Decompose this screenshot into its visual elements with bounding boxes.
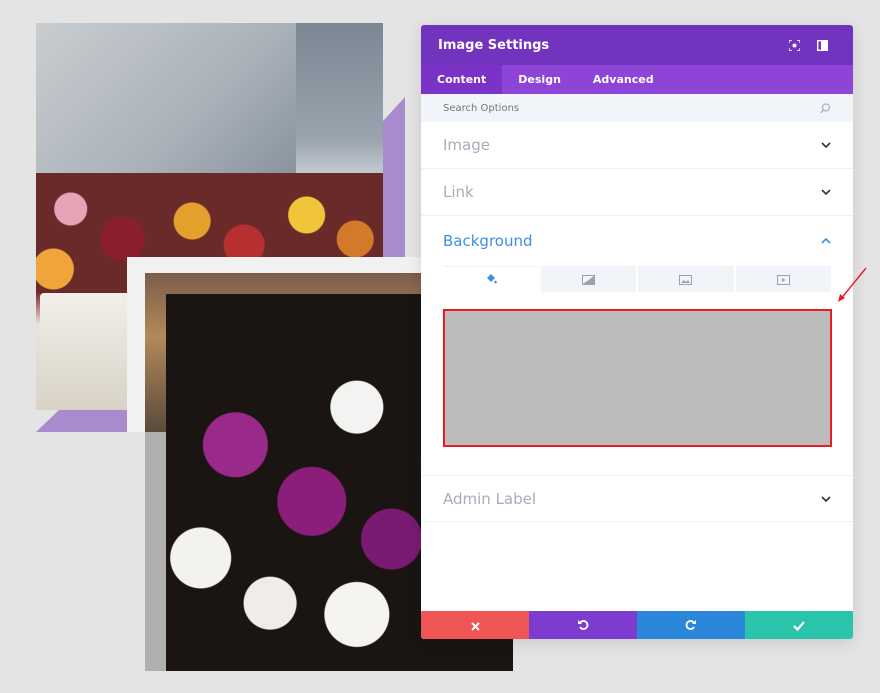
panel-footer: [421, 611, 853, 639]
bg-tab-color[interactable]: [443, 266, 539, 292]
section-image[interactable]: Image: [421, 122, 853, 169]
section-admin-label-text: Admin Label: [443, 489, 537, 508]
tab-design[interactable]: Design: [502, 65, 577, 94]
gradient-icon: [581, 270, 595, 289]
tab-advanced[interactable]: Advanced: [577, 65, 670, 94]
section-link[interactable]: Link: [421, 169, 853, 216]
tab-content[interactable]: Content: [421, 65, 503, 94]
undo-icon: [577, 616, 589, 635]
chevron-down-icon: [821, 140, 831, 150]
panel-title: Image Settings: [438, 37, 550, 53]
purple-accent-bottom: [36, 410, 128, 432]
search-input[interactable]: [443, 102, 820, 114]
chevron-down-icon: [821, 187, 831, 197]
bg-tab-image[interactable]: [638, 266, 734, 292]
section-image-label: Image: [443, 136, 490, 154]
white-bucket: [40, 293, 132, 410]
image-settings-panel: Image Settings Content Design Advanced I…: [421, 25, 853, 639]
cancel-button[interactable]: [421, 611, 529, 639]
grey-accent: [145, 432, 167, 671]
section-background-label: Background: [443, 232, 533, 250]
search-bar: [421, 94, 853, 122]
section-link-label: Link: [443, 183, 474, 201]
video-icon: [776, 270, 790, 289]
purple-accent-right: [383, 97, 405, 257]
chevron-down-icon: [821, 494, 831, 504]
undo-button[interactable]: [529, 611, 637, 639]
chevron-up-icon: [821, 236, 831, 246]
section-admin-label[interactable]: Admin Label: [421, 475, 853, 522]
building-wall: [36, 23, 296, 173]
bg-tab-video[interactable]: [735, 266, 831, 292]
redo-icon: [685, 616, 697, 635]
panel-tabs: Content Design Advanced: [421, 65, 853, 94]
background-type-tabs: [443, 266, 831, 292]
background-color-preview[interactable]: [443, 309, 832, 447]
close-icon: [470, 616, 480, 635]
image-icon: [679, 270, 693, 289]
color-fill-icon: [485, 270, 497, 289]
section-background[interactable]: Background: [421, 216, 853, 266]
fullscreen-icon[interactable]: [780, 39, 808, 51]
check-icon: [793, 616, 805, 635]
sidebar-toggle-icon[interactable]: [808, 39, 836, 51]
search-icon: [820, 99, 831, 118]
save-button[interactable]: [745, 611, 853, 639]
redo-button[interactable]: [637, 611, 745, 639]
annotation-arrow-icon: [838, 267, 867, 302]
bg-tab-gradient[interactable]: [540, 266, 636, 292]
panel-header: Image Settings: [421, 25, 853, 65]
